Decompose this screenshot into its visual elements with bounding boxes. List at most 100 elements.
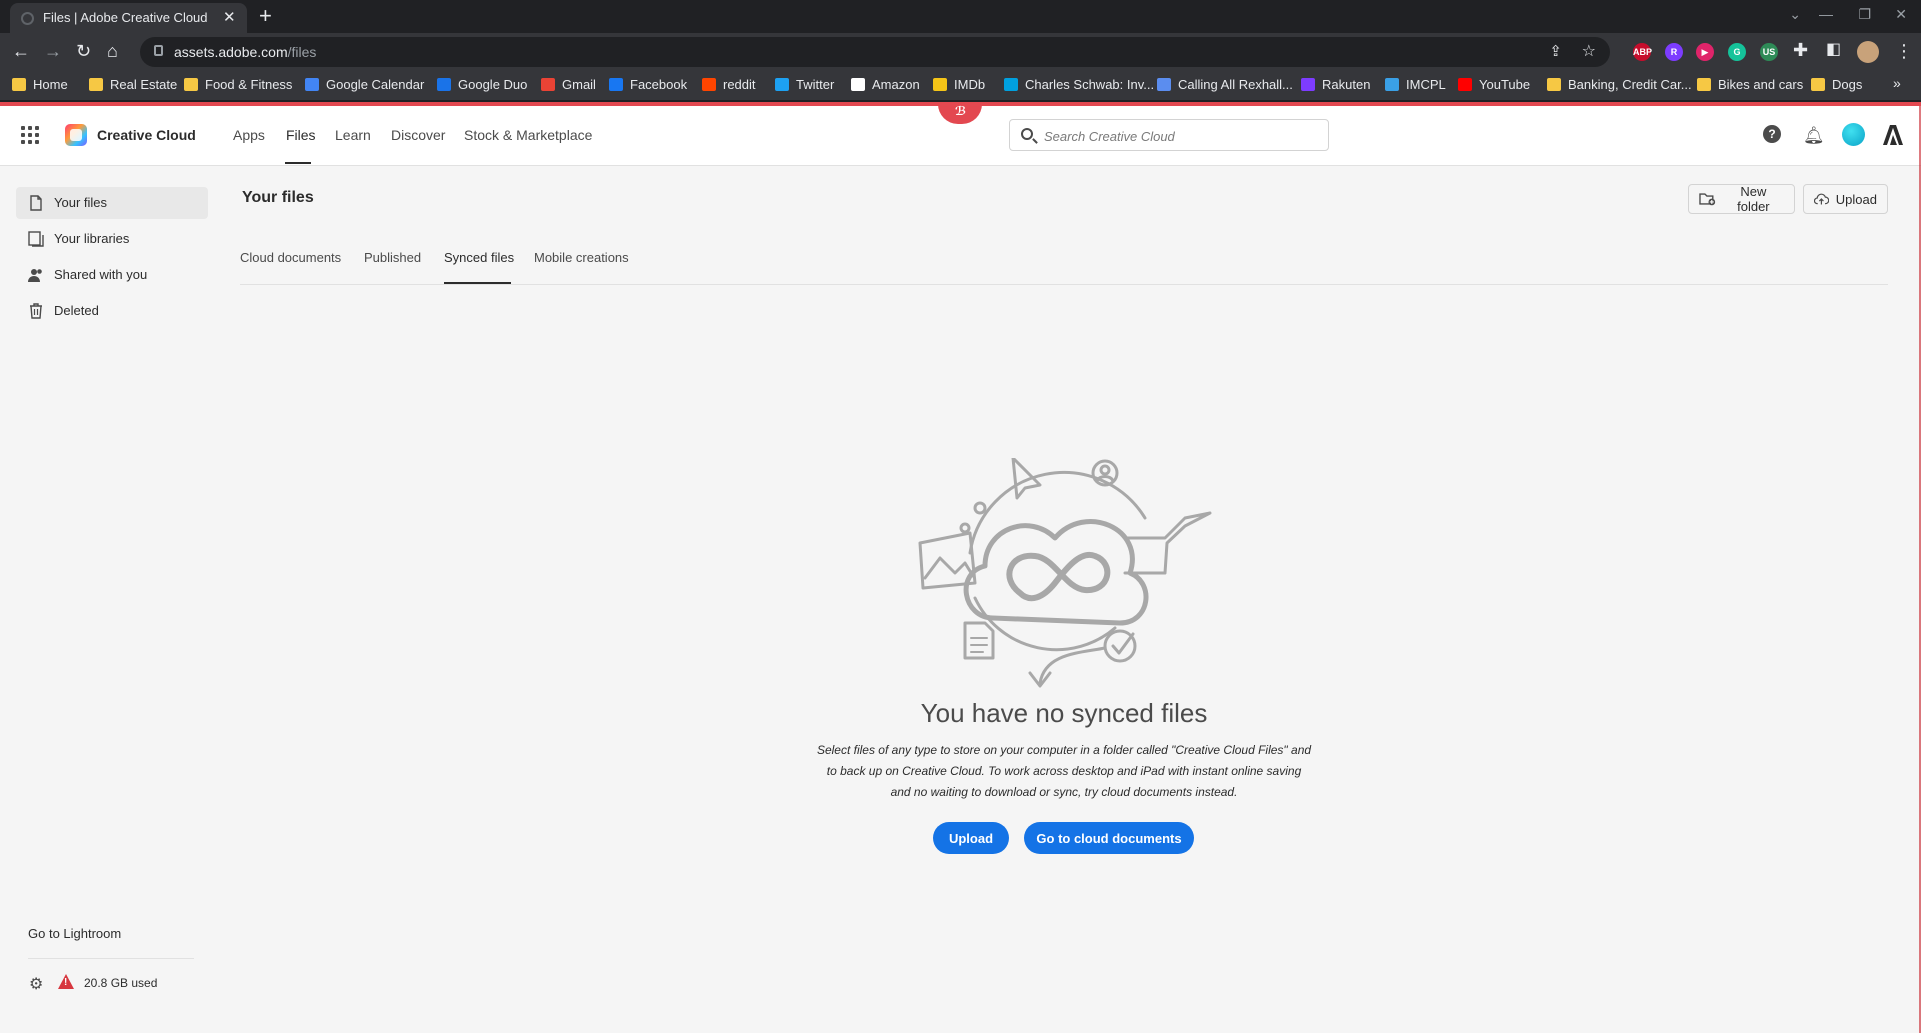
app-switcher-icon[interactable] — [21, 126, 39, 144]
tab-mobile-creations[interactable]: Mobile creations — [534, 250, 629, 265]
bookmark-label: Gmail — [562, 77, 596, 92]
bookmark-icon — [1157, 78, 1171, 91]
bookmark-item[interactable]: Facebook — [609, 77, 687, 92]
window-close-icon[interactable]: ✕ — [1895, 6, 1907, 23]
storage-used[interactable]: 20.8 GB used — [84, 976, 157, 990]
bookmark-item[interactable]: Food & Fitness — [184, 77, 292, 92]
illus-arrow — [1038, 646, 1107, 685]
restore-icon[interactable]: ❐ — [1858, 6, 1871, 23]
bookmark-item[interactable]: Twitter — [775, 77, 834, 92]
gear-icon[interactable]: ⚙ — [29, 974, 43, 994]
tab-active-indicator — [444, 282, 511, 284]
extension-icon[interactable]: ▶ — [1696, 43, 1714, 61]
nav-stock-marketplace[interactable]: Stock & Marketplace — [464, 127, 592, 143]
search-box[interactable] — [1009, 119, 1329, 151]
bookmark-label: Real Estate — [110, 77, 178, 92]
sidebar-item-label: Shared with you — [54, 267, 148, 282]
tab-search-icon[interactable]: ⌄ — [1789, 6, 1801, 23]
bookmark-item[interactable]: Google Calendar — [305, 77, 424, 92]
back-icon[interactable]: ← — [12, 41, 30, 61]
creative-cloud-logo-icon[interactable] — [65, 124, 87, 146]
bookmark-label: Banking, Credit Car... — [1568, 77, 1692, 92]
new-folder-button[interactable]: New folder — [1688, 184, 1795, 214]
bookmark-item[interactable]: Rakuten — [1301, 77, 1370, 92]
address-bar[interactable]: assets.adobe.com/files ⇪ ☆ — [140, 37, 1610, 67]
nav-discover[interactable]: Discover — [391, 127, 445, 143]
adobe-notch: ℬ — [938, 104, 982, 124]
tab-close-icon[interactable]: ✕ — [223, 8, 236, 26]
bookmark-label: IMDb — [954, 77, 986, 92]
share-icon[interactable]: ⇪ — [1549, 42, 1562, 60]
search-input[interactable] — [1044, 126, 1314, 146]
bookmark-item[interactable]: Amazon — [851, 77, 920, 92]
bookmark-item[interactable]: Charles Schwab: Inv... — [1004, 77, 1154, 92]
notifications-bell-icon[interactable]: 🔔︎ — [1803, 126, 1825, 146]
extension-icon[interactable]: ABP — [1633, 43, 1652, 61]
puzzle-extensions-icon[interactable]: ✚ — [1793, 40, 1808, 60]
tab-cloud-documents[interactable]: Cloud documents — [240, 250, 341, 265]
tab-published[interactable]: Published — [364, 250, 421, 265]
bookmark-item[interactable]: reddit — [702, 77, 756, 92]
sidebar-item-deleted[interactable]: Deleted — [16, 295, 208, 327]
bookmark-icon — [933, 78, 947, 91]
bookmark-item[interactable]: Bikes and cars — [1697, 77, 1803, 92]
extension-icon[interactable]: R — [1665, 43, 1683, 61]
nav-learn[interactable]: Learn — [335, 127, 371, 143]
file-icon — [30, 195, 42, 211]
minimize-icon[interactable]: — — [1819, 6, 1833, 22]
bookmark-item[interactable]: Google Duo — [437, 77, 527, 92]
illus-cc-logo — [1006, 551, 1111, 602]
more-bookmarks-icon[interactable]: » — [1893, 75, 1901, 91]
extension-icon[interactable]: US — [1760, 43, 1778, 61]
new-tab-icon[interactable]: + — [259, 3, 272, 29]
bookmark-icon — [702, 78, 716, 91]
bookmark-icon — [89, 78, 103, 91]
bookmark-item[interactable]: Home — [12, 77, 68, 92]
bookmark-item[interactable]: YouTube — [1458, 77, 1530, 92]
go-to-cloud-documents-button[interactable]: Go to cloud documents — [1024, 822, 1194, 854]
upload-cta-button[interactable]: Upload — [933, 822, 1009, 854]
bookmark-item[interactable]: Calling All Rexhall... — [1157, 77, 1293, 92]
tab-synced-files[interactable]: Synced files — [444, 250, 514, 265]
bookmark-icon — [1004, 78, 1018, 91]
profile-avatar[interactable] — [1857, 41, 1879, 63]
url-text[interactable]: assets.adobe.com/files — [174, 44, 316, 60]
bookmark-item[interactable]: Real Estate — [89, 77, 177, 92]
bookmark-label: IMCPL — [1406, 77, 1446, 92]
extension-icon[interactable]: G — [1728, 43, 1746, 61]
bookmark-label: YouTube — [1479, 77, 1531, 92]
side-panel-icon[interactable]: ◧ — [1826, 40, 1841, 60]
upload-button[interactable]: Upload — [1803, 184, 1888, 214]
sidebar-item-your-files[interactable]: Your files — [16, 187, 208, 219]
bookmark-label: Charles Schwab: Inv... — [1025, 77, 1155, 92]
lock-icon — [154, 45, 163, 56]
bookmark-item[interactable]: IMCPL — [1385, 77, 1446, 92]
files-tabs: Cloud documents Published Synced files M… — [240, 240, 1888, 285]
bookmark-icon — [1547, 78, 1561, 91]
bookmark-icon — [1811, 78, 1825, 91]
bookmark-item[interactable]: Gmail — [541, 77, 596, 92]
bookmark-item[interactable]: Dogs — [1811, 77, 1862, 92]
bookmark-item[interactable]: IMDb — [933, 77, 985, 92]
nav-apps[interactable]: Apps — [233, 127, 265, 143]
forward-icon[interactable]: → — [44, 41, 62, 61]
adobe-logo-icon[interactable] — [1882, 124, 1904, 146]
home-icon[interactable]: ⌂ — [107, 41, 118, 61]
illus-document-lines — [970, 637, 988, 653]
library-icon — [28, 231, 44, 247]
page-title: Your files — [242, 189, 314, 206]
reload-icon[interactable]: ↻ — [76, 41, 91, 61]
browser-menu-icon[interactable]: ⋮ — [1895, 41, 1913, 61]
brand-name[interactable]: Creative Cloud — [97, 127, 196, 143]
browser-tab[interactable]: Files | Adobe Creative Cloud ✕ — [10, 3, 247, 33]
go-to-lightroom-link[interactable]: Go to Lightroom — [28, 926, 121, 941]
bookmark-icon — [184, 78, 198, 91]
bookmark-star-icon[interactable]: ☆ — [1582, 41, 1596, 61]
bookmark-label: Dogs — [1832, 77, 1863, 92]
sidebar-item-shared-with-you[interactable]: Shared with you — [16, 259, 208, 291]
help-icon[interactable]: ? — [1763, 125, 1781, 143]
sidebar-item-your-libraries[interactable]: Your libraries — [16, 223, 208, 255]
bookmark-item[interactable]: Banking, Credit Car... — [1547, 77, 1692, 92]
user-avatar[interactable] — [1842, 123, 1865, 146]
nav-files[interactable]: Files — [286, 127, 316, 143]
